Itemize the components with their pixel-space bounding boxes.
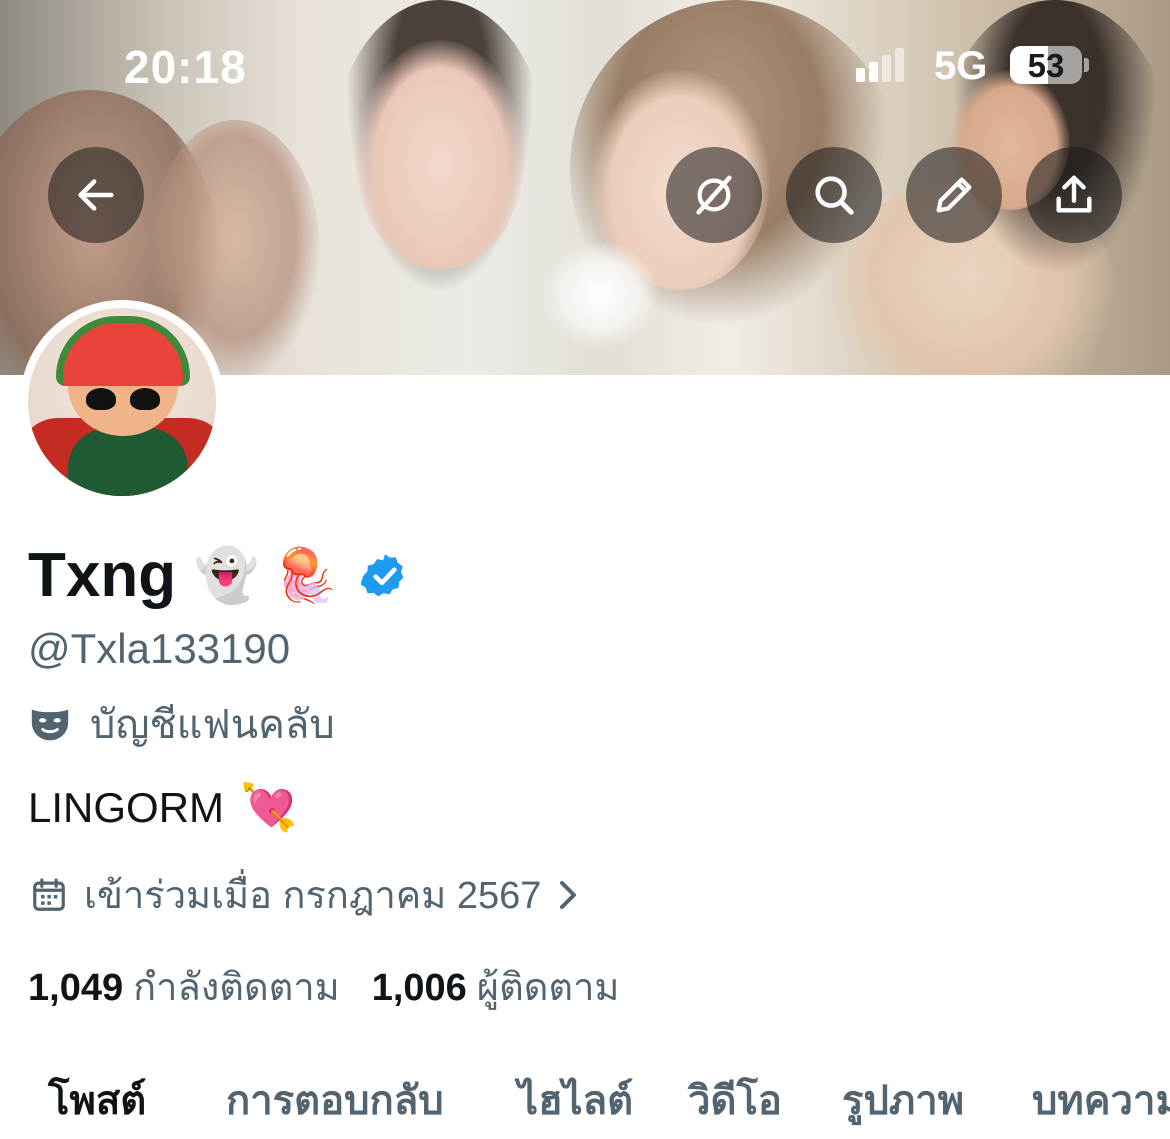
following-stat[interactable]: 1,049 กำลังติดตาม — [28, 956, 340, 1017]
share-icon — [1056, 175, 1092, 213]
grok-icon — [696, 175, 732, 215]
avatar-watermelon-hat — [56, 316, 190, 386]
avatar-sunglasses — [86, 388, 162, 410]
chevron-right-icon — [560, 880, 577, 909]
affiliation-text: บัญชีแฟนคลับ — [90, 703, 335, 747]
search-icon — [815, 176, 854, 215]
tab-replies[interactable]: การตอบกลับ — [226, 1068, 444, 1132]
tab-articles[interactable]: บทความ — [1032, 1068, 1170, 1132]
bio-text: LINGORM — [28, 783, 225, 831]
grok-button[interactable] — [666, 147, 762, 243]
share-button[interactable] — [1026, 147, 1122, 243]
following-count: 1,049 — [28, 967, 124, 1009]
joined-date-row[interactable]: เข้าร่วมเมื่อ กรกฎาคม 2567 — [30, 864, 581, 925]
avatar-body — [68, 428, 188, 496]
affiliation-label[interactable]: บัญชีแฟนคลับ — [28, 692, 335, 756]
user-handle: @Txla133190 — [28, 625, 291, 672]
bio-emoji: 💘 — [240, 781, 298, 833]
avatar[interactable] — [28, 308, 216, 496]
battery-tip — [1084, 58, 1089, 72]
followers-label: ผู้ติดตาม — [476, 967, 620, 1009]
tab-videos[interactable]: วิดีโอ — [688, 1068, 782, 1132]
battery-level: 53 — [1027, 47, 1065, 84]
pencil-icon — [936, 177, 972, 213]
banner-flower — [540, 240, 660, 350]
banner-figure — [355, 40, 525, 270]
status-time: 20:18 — [124, 41, 247, 93]
tab-posts[interactable]: โพสต์ — [48, 1068, 146, 1132]
following-label: กำลังติดตาม — [133, 967, 340, 1009]
theater-mask-icon — [31, 709, 69, 741]
followers-stat[interactable]: 1,006 ผู้ติดตาม — [372, 956, 620, 1017]
signal-icon — [856, 46, 904, 82]
tab-highlights[interactable]: ไฮไลต์ — [518, 1068, 633, 1132]
search-button[interactable] — [786, 147, 882, 243]
verified-badge-icon[interactable] — [360, 551, 410, 601]
display-name-row: Txng 👻 🪼 — [28, 540, 410, 611]
joined-date-text: เข้าร่วมเมื่อ กรกฎาคม 2567 — [84, 875, 542, 917]
display-name: Txng — [28, 541, 177, 610]
follow-stats: 1,049 กำลังติดตาม 1,006 ผู้ติดตาม — [28, 956, 619, 1017]
back-button[interactable] — [48, 147, 144, 243]
tab-photos[interactable]: รูปภาพ — [842, 1068, 964, 1132]
network-type: 5G — [934, 44, 988, 88]
bio: LINGORM 💘 — [28, 780, 297, 835]
arrow-left-icon — [78, 179, 114, 211]
name-emojis: 👻 🪼 — [194, 547, 339, 605]
profile-tabs: โพสต์ การตอบกลับ ไฮไลต์ วิดีโอ รูปภาพ บท… — [0, 1060, 1170, 1139]
calendar-icon — [33, 877, 65, 911]
battery-icon: 53 — [1010, 46, 1082, 84]
followers-count: 1,006 — [371, 967, 467, 1009]
edit-button[interactable] — [906, 147, 1002, 243]
